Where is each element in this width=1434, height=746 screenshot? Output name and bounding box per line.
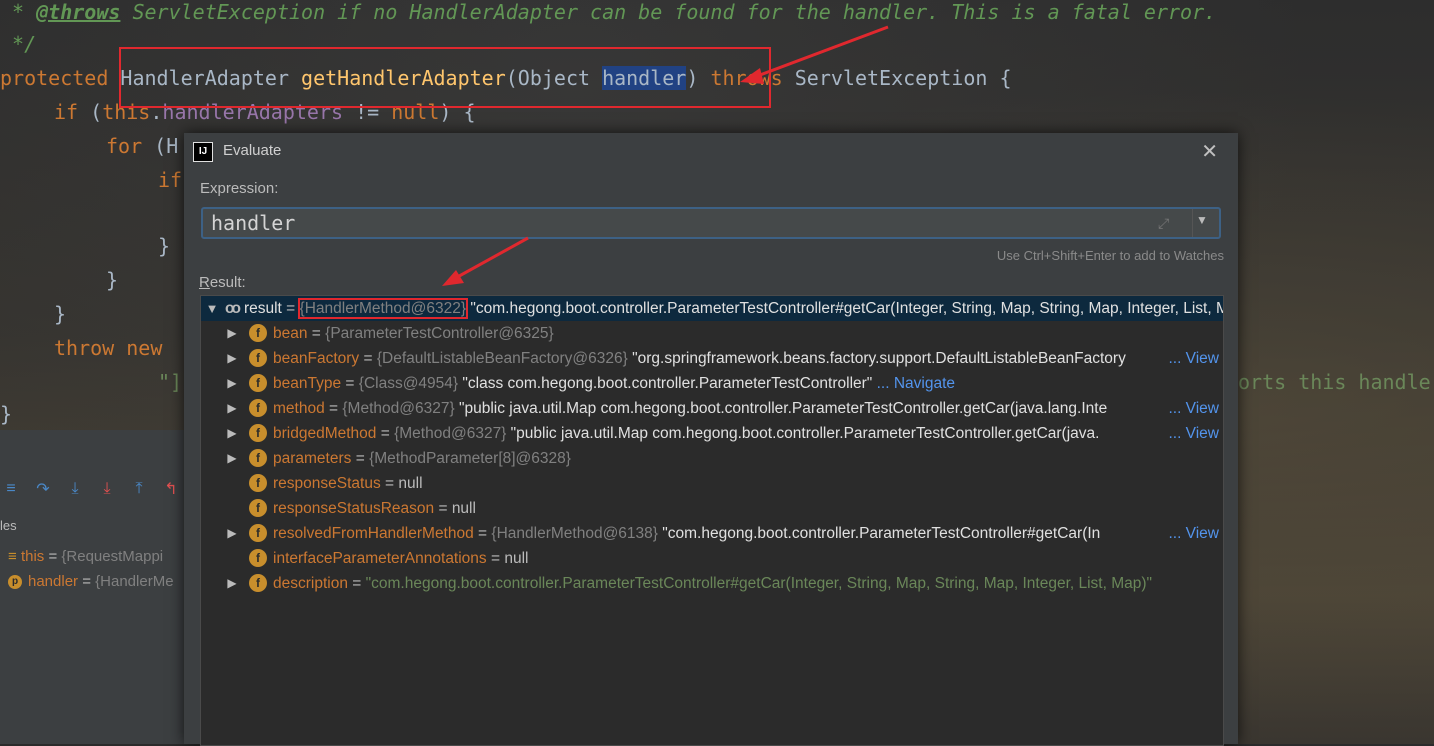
annotation-arrows <box>442 25 889 286</box>
arrow-line-1 <box>751 25 889 80</box>
arrow-line-2 <box>451 236 529 282</box>
arrow-head-1 <box>740 68 764 84</box>
arrow-head-2 <box>442 270 464 286</box>
